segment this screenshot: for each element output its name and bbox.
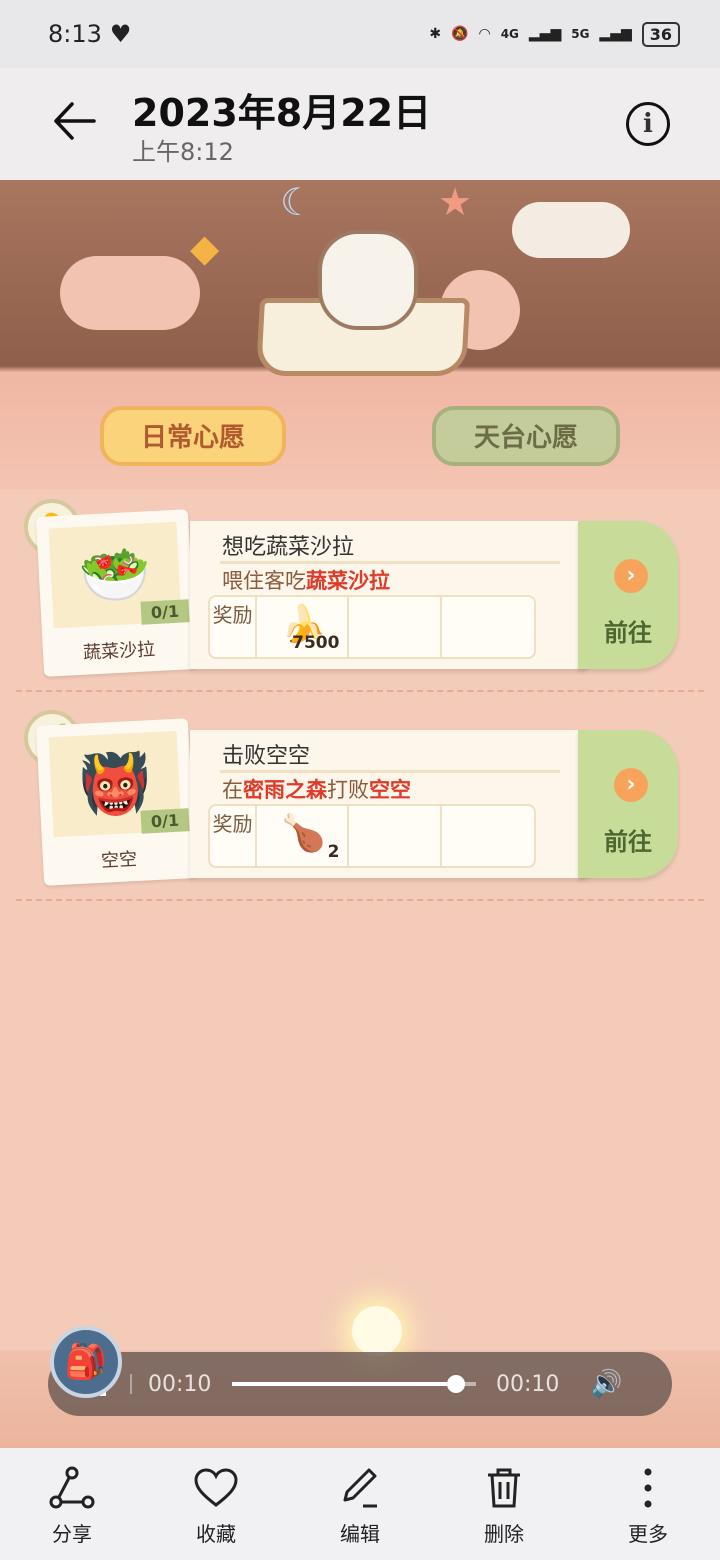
cat-mascot-icon: [318, 230, 418, 330]
signal-bars-icon-2: ▂▄▆: [599, 26, 632, 42]
back-button[interactable]: [50, 96, 100, 146]
signal-bars-icon: ▂▄▆: [528, 26, 562, 42]
delete-button[interactable]: 删除: [432, 1448, 576, 1560]
pencil-icon: [343, 1468, 377, 1508]
glowing-orb-icon: [352, 1306, 402, 1356]
seek-knob[interactable]: [447, 1375, 466, 1393]
title-divider: [220, 770, 560, 773]
tab-rooftop-wish[interactable]: 天台心愿: [432, 406, 620, 466]
quest-item: 🐥 🥗 0/1 蔬菜沙拉 想吃蔬菜沙拉 喂住客吃蔬菜沙拉 奖励 🍌 7500 ›…: [0, 499, 720, 685]
game-banner: ☾ ★ ◆ 日常心愿 天台心愿: [0, 180, 720, 490]
quest-progress: 0/1: [140, 808, 190, 834]
seek-bar[interactable]: [232, 1375, 476, 1393]
star-icon: ★: [438, 180, 473, 224]
seek-bar-fill: [232, 1382, 457, 1386]
share-button[interactable]: 分享: [0, 1448, 144, 1560]
quest-item: 🌱 👹 0/1 空空 击败空空 在密雨之森打败空空 奖励 🍗 2 › 前往: [0, 710, 720, 894]
go-button-label: 前往: [604, 619, 652, 647]
go-button[interactable]: › 前往: [578, 730, 678, 878]
backpack-thumbnail-icon: 🎒: [50, 1326, 122, 1398]
reward-label: 奖励: [210, 597, 258, 657]
more-button[interactable]: 更多: [576, 1448, 720, 1560]
reward-quantity: 7500: [292, 633, 340, 653]
reward-box: 奖励 🍗 2: [208, 804, 536, 868]
chevron-right-icon: ›: [614, 768, 648, 802]
bottom-toolbar: 分享 收藏 编辑 删除 更多: [0, 1448, 720, 1560]
reward-slot: 🍗 2: [257, 806, 350, 866]
muted-bell-icon: 🔕: [451, 26, 469, 42]
reward-box: 奖励 🍌 7500: [208, 595, 536, 659]
reward-slot-empty: [442, 806, 534, 866]
quest-divider: [16, 690, 704, 692]
page-subtitle: 上午8:12: [132, 138, 234, 166]
battery-indicator: 36: [641, 21, 680, 47]
paw-drumstick-icon: 🍗: [281, 813, 326, 854]
quest-description: 在密雨之森打败空空: [222, 778, 411, 802]
favorite-button[interactable]: 收藏: [144, 1448, 288, 1560]
quest-divider: [16, 899, 704, 901]
info-icon: i: [643, 109, 653, 139]
control-separator: [130, 1374, 132, 1394]
video-player-controls: 00:10 00:10 🔊: [48, 1352, 672, 1416]
tab-daily-wish[interactable]: 日常心愿: [100, 406, 286, 466]
status-time: 8:13: [48, 20, 102, 48]
info-button[interactable]: i: [626, 102, 670, 146]
more-vertical-icon: [644, 1468, 652, 1508]
wifi-icon: ◠: [478, 26, 491, 42]
reward-slot-empty: [349, 806, 442, 866]
quest-title: 击败空空: [222, 744, 311, 769]
edit-label: 编辑: [340, 1522, 380, 1546]
moon-icon: ☾: [280, 180, 315, 224]
reward-quantity: 2: [327, 842, 340, 862]
go-button[interactable]: › 前往: [578, 521, 678, 669]
trash-icon: [488, 1468, 520, 1508]
quest-title: 想吃蔬菜沙拉: [222, 535, 355, 560]
quest-details: 击败空空 在密雨之森打败空空 奖励 🍗 2: [190, 730, 590, 878]
page-title: 2023年8月22日: [132, 91, 432, 135]
bluetooth-icon: ✱: [429, 26, 442, 42]
share-label: 分享: [52, 1522, 92, 1546]
heart-icon: [194, 1468, 238, 1507]
reward-slot: 🍌 7500: [257, 597, 350, 657]
total-time: 00:10: [496, 1371, 560, 1397]
quest-description: 喂住客吃蔬菜沙拉: [222, 569, 390, 593]
share-icon: [49, 1466, 95, 1509]
app-header: 2023年8月22日 上午8:12 i: [0, 68, 720, 180]
volume-icon[interactable]: 🔊: [590, 1369, 622, 1399]
quest-details: 想吃蔬菜沙拉 喂住客吃蔬菜沙拉 奖励 🍌 7500: [190, 521, 590, 669]
go-button-label: 前往: [604, 828, 652, 856]
signal-4g-label: 4G: [500, 27, 519, 41]
quest-target-name: 蔬菜沙拉: [82, 639, 156, 664]
reward-label: 奖励: [210, 806, 258, 866]
delete-label: 删除: [484, 1522, 524, 1546]
reward-slot-empty: [349, 597, 442, 657]
rain-cloud-decoration: [512, 202, 630, 258]
chevron-right-icon: ›: [614, 559, 648, 593]
signal-5g-label: 5G: [571, 27, 590, 41]
back-arrow-icon: [54, 102, 96, 140]
title-divider: [220, 561, 560, 564]
cloud-decoration: [60, 256, 200, 330]
bird-icon: ◆: [190, 226, 220, 270]
quest-target-name: 空空: [100, 848, 138, 872]
status-bar: 8:13 ♥ ✱ 🔕 ◠ 4G ▂▄▆ 5G ▂▄▆ 36: [0, 0, 720, 68]
favorite-label: 收藏: [196, 1522, 236, 1546]
more-label: 更多: [628, 1522, 668, 1546]
quest-target-card: 🥗 0/1 蔬菜沙拉: [35, 509, 197, 677]
heart-notification-icon: ♥: [109, 20, 132, 48]
quest-target-card: 👹 0/1 空空: [35, 718, 197, 886]
quest-progress: 0/1: [140, 599, 190, 625]
reward-slot-empty: [442, 597, 534, 657]
edit-button[interactable]: 编辑: [288, 1448, 432, 1560]
current-time: 00:10: [148, 1371, 212, 1397]
